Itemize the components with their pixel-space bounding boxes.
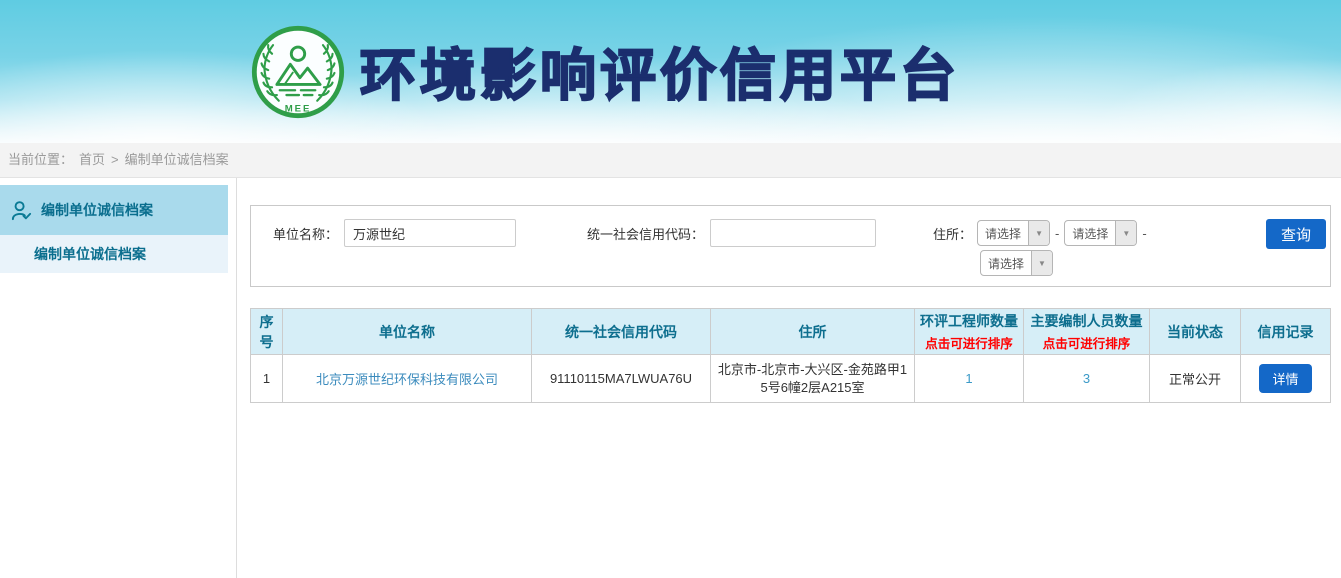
sort-hint-label: 点击可进行排序 [917, 333, 1021, 352]
search-row-2: 请选择 ▼ [251, 250, 1330, 276]
select-value: 请选择 [981, 255, 1031, 272]
table-header-row: 序号 单位名称 统一社会信用代码 住所 环评工程师数量 点击可进行排序 主要编制… [251, 309, 1331, 355]
column-header-engineer-count-sort[interactable]: 环评工程师数量 点击可进行排序 [915, 309, 1024, 355]
user-check-icon [10, 199, 33, 222]
address-label: 住所： [933, 224, 972, 243]
chevron-down-icon: ▼ [1028, 221, 1049, 245]
column-header-address: 住所 [711, 309, 915, 355]
breadcrumb-current: 编制单位诚信档案 [125, 152, 229, 167]
staff-count-title: 主要编制人员数量 [1031, 313, 1143, 329]
sidebar-subitem-label: 编制单位诚信档案 [34, 244, 146, 264]
address-dash-2: - [1142, 226, 1146, 241]
breadcrumb-separator: > [111, 152, 119, 167]
search-row-1: 单位名称： 统一社会信用代码： 住所： 请选择 ▼ - 请选择 ▼ - [251, 219, 1330, 247]
table-row: 1 北京万源世纪环保科技有限公司 91110115MA7LWUA76U 北京市-… [251, 355, 1331, 403]
select-value: 请选择 [978, 225, 1028, 242]
staff-count-link[interactable]: 3 [1083, 371, 1090, 386]
unit-name-label: 单位名称： [273, 224, 338, 243]
address-city-select[interactable]: 请选择 ▼ [1064, 220, 1137, 246]
sidebar-subitem-unit-credit-archive[interactable]: 编制单位诚信档案 [0, 235, 228, 273]
credit-code-input[interactable] [710, 219, 876, 247]
breadcrumb-home-link[interactable]: 首页 [79, 152, 105, 167]
cell-status: 正常公开 [1150, 355, 1241, 403]
chevron-down-icon: ▼ [1115, 221, 1136, 245]
column-header-staff-count-sort[interactable]: 主要编制人员数量 点击可进行排序 [1024, 309, 1150, 355]
column-header-unit-name: 单位名称 [283, 309, 532, 355]
address-dash-1: - [1055, 226, 1059, 241]
address-province-select[interactable]: 请选择 ▼ [977, 220, 1050, 246]
column-header-credit-record: 信用记录 [1241, 309, 1331, 355]
detail-button[interactable]: 详情 [1259, 364, 1311, 393]
breadcrumb: 当前位置： 首页 > 编制单位诚信档案 [0, 143, 1341, 178]
cell-credit-code: 91110115MA7LWUA76U [532, 355, 711, 403]
header-banner: MEE 环境影响评价信用平台 [0, 0, 1341, 143]
sidebar-item-label: 编制单位诚信档案 [41, 200, 153, 220]
sidebar-item-unit-credit-archive[interactable]: 编制单位诚信档案 [0, 185, 228, 235]
address-district-select[interactable]: 请选择 ▼ [980, 250, 1053, 276]
select-value: 请选择 [1065, 225, 1115, 242]
credit-code-label: 统一社会信用代码： [587, 224, 704, 243]
engineer-count-link[interactable]: 1 [965, 371, 972, 386]
mee-logo-icon: MEE [250, 24, 346, 120]
page-title: 环境影响评价信用平台 [360, 31, 960, 112]
page-body: 编制单位诚信档案 编制单位诚信档案 单位名称： 统一社会信用代码： 住所： 请选… [0, 178, 1341, 578]
search-panel: 单位名称： 统一社会信用代码： 住所： 请选择 ▼ - 请选择 ▼ - 请选择 [250, 205, 1331, 287]
unit-name-link[interactable]: 北京万源世纪环保科技有限公司 [316, 372, 498, 387]
column-header-credit-code: 统一社会信用代码 [532, 309, 711, 355]
svg-text:MEE: MEE [285, 103, 312, 114]
query-button[interactable]: 查询 [1266, 219, 1326, 249]
results-table: 序号 单位名称 统一社会信用代码 住所 环评工程师数量 点击可进行排序 主要编制… [250, 308, 1331, 403]
cell-seq: 1 [251, 355, 283, 403]
breadcrumb-prefix: 当前位置： [8, 152, 73, 167]
cell-address: 北京市-北京市-大兴区-金苑路甲15号6幢2层A215室 [711, 355, 915, 403]
main-content: 单位名称： 统一社会信用代码： 住所： 请选择 ▼ - 请选择 ▼ - 请选择 [236, 178, 1341, 578]
column-header-status: 当前状态 [1150, 309, 1241, 355]
sort-hint-label: 点击可进行排序 [1026, 333, 1147, 352]
engineer-count-title: 环评工程师数量 [920, 313, 1018, 329]
column-header-seq: 序号 [251, 309, 283, 355]
chevron-down-icon: ▼ [1031, 251, 1052, 275]
unit-name-input[interactable] [344, 219, 516, 247]
sidebar: 编制单位诚信档案 编制单位诚信档案 [0, 178, 228, 578]
